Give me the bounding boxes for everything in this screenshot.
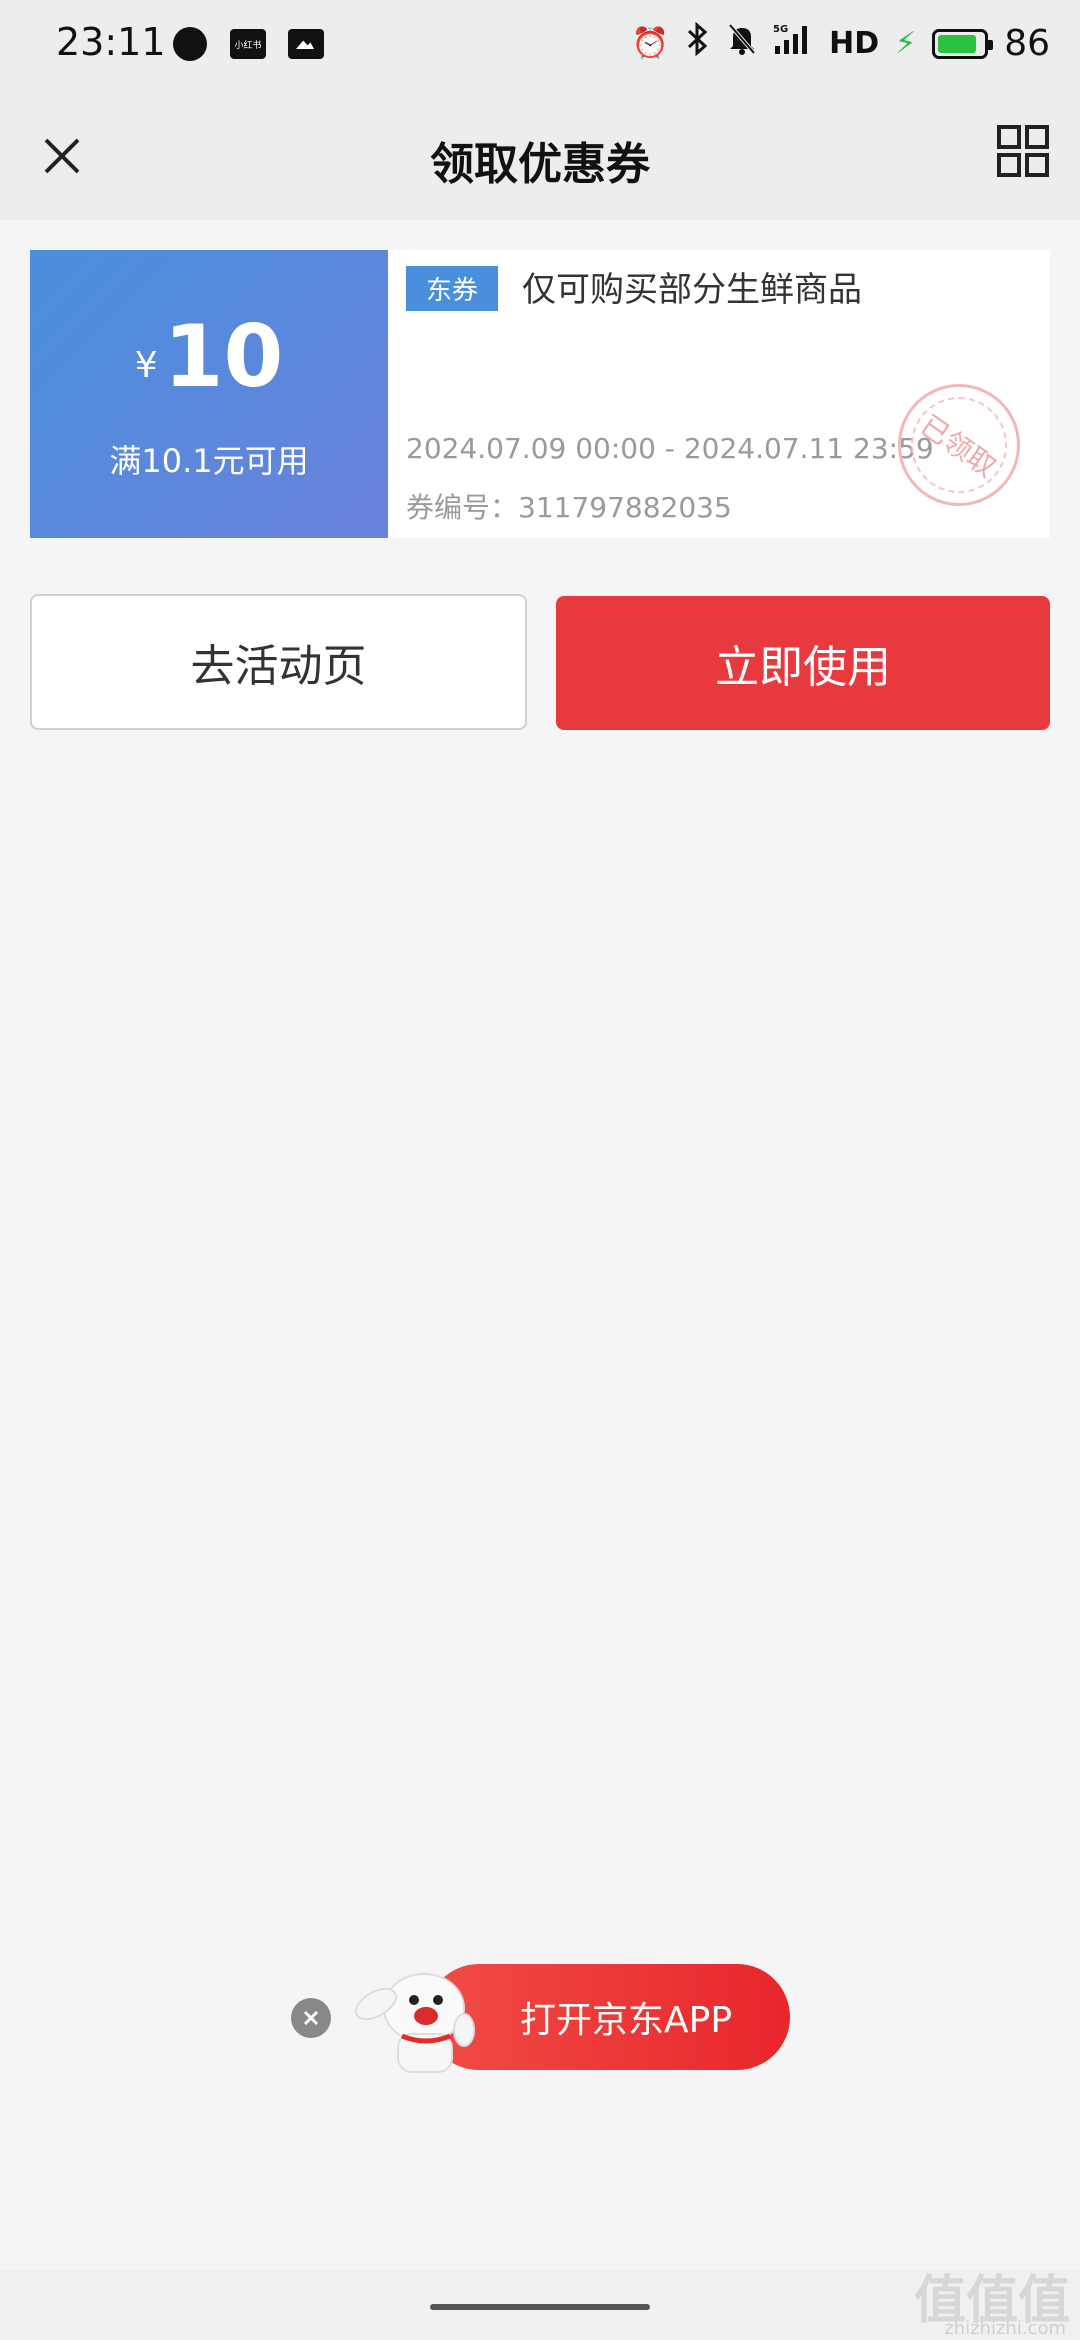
status-time: 23:11 bbox=[56, 20, 166, 64]
claimed-stamp: 已领取 bbox=[898, 384, 1020, 506]
signal-5g-icon: 5G bbox=[773, 22, 813, 65]
page-title: 领取优惠券 bbox=[430, 139, 650, 190]
joy-mascot-icon bbox=[346, 1958, 486, 2074]
use-now-button[interactable]: 立即使用 bbox=[556, 596, 1050, 730]
bluetooth-icon bbox=[685, 21, 711, 65]
battery-percent: 86 bbox=[1004, 23, 1050, 64]
battery-icon bbox=[932, 28, 994, 59]
coupon-id: 券编号：311797882035 bbox=[406, 491, 732, 524]
open-app-label: 打开京东APP bbox=[520, 2000, 733, 2041]
coupon-description: 仅可购买部分生鲜商品 bbox=[522, 270, 862, 310]
page-header: 领取优惠券 bbox=[0, 92, 1080, 220]
currency-symbol: ¥ bbox=[134, 345, 158, 386]
status-bar: 23:11 小红书 ⏰ 5G HD ⚡ 86 bbox=[0, 0, 1080, 92]
coupon-amount-value: 10 bbox=[163, 307, 284, 407]
coupon-valid-period: 2024.07.09 00:00 - 2024.07.11 23:59 bbox=[406, 432, 934, 465]
svg-text:5G: 5G bbox=[773, 24, 788, 35]
close-banner-icon[interactable] bbox=[291, 1998, 331, 2038]
hd-indicator: HD bbox=[829, 26, 880, 61]
mute-bell-icon bbox=[727, 22, 757, 65]
coupon-threshold: 满10.1元可用 bbox=[109, 442, 309, 480]
grid-icon[interactable] bbox=[990, 118, 1056, 184]
claimed-stamp-text: 已领取 bbox=[914, 408, 1003, 484]
coupon-type-tag: 东券 bbox=[406, 266, 499, 311]
alarm-icon: ⏰ bbox=[631, 25, 670, 61]
watermark-sub: zhizhizhi.com bbox=[944, 2318, 1066, 2339]
rednote-app-icon: 小红书 bbox=[230, 26, 266, 62]
coupon-value-panel: ¥ 10 满10.1元可用 bbox=[24, 250, 388, 538]
charging-icon: ⚡ bbox=[895, 26, 917, 61]
chat-bubble-icon bbox=[172, 26, 208, 62]
coupon-amount: ¥ 10 bbox=[30, 312, 388, 402]
coupon-tag-label: 东券 bbox=[406, 266, 499, 311]
gallery-icon bbox=[288, 26, 324, 62]
go-activity-button[interactable]: 去活动页 bbox=[30, 594, 527, 730]
notification-icons: 小红书 bbox=[172, 26, 324, 62]
system-icons: ⏰ 5G HD ⚡ 86 bbox=[631, 21, 1050, 65]
home-gesture-handle[interactable] bbox=[430, 2304, 650, 2310]
